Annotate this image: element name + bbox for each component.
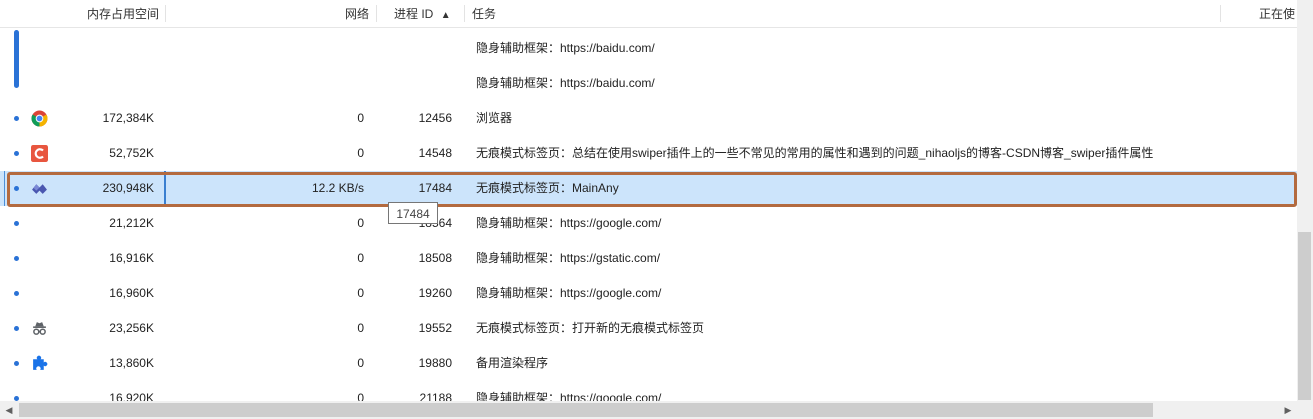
- scrollbar-corner: [1297, 401, 1313, 419]
- column-divider[interactable]: [464, 5, 465, 22]
- selection-edge: [4, 171, 5, 206]
- sort-ascending-icon: ▲: [440, 10, 451, 21]
- column-header-extra[interactable]: 正在使: [1259, 0, 1295, 27]
- process-dot-icon: [14, 221, 19, 226]
- column-divider[interactable]: [165, 5, 166, 22]
- task-cell: 隐身辅助框架：https://baidu.com/: [476, 76, 655, 90]
- network-cell: 0: [357, 321, 364, 335]
- table-row[interactable]: 13,860K 0 19880 备用渲染程序: [0, 346, 1297, 381]
- table-row[interactable]: 52,752K 0 14548 无痕模式标签页：总结在使用swiper插件上的一…: [0, 136, 1297, 171]
- memory-cell: 16,916K: [109, 251, 154, 265]
- memory-cell: 21,212K: [109, 216, 154, 230]
- task-cell: 无痕模式标签页：打开新的无痕模式标签页: [476, 321, 705, 335]
- table-row[interactable]: 23,256K 0 19552 无痕模式标签页：打开新的无痕模式标签页: [0, 311, 1297, 346]
- table-row[interactable]: 16,916K 0 18508 隐身辅助框架：https://gstatic.c…: [0, 241, 1297, 276]
- network-cell: 0: [357, 286, 364, 300]
- column-header-memory[interactable]: 内存占用空间: [87, 0, 159, 27]
- table-row-selected[interactable]: 230,948K 12.2 KB/s 17484 无痕模式标签页：MainAny: [0, 171, 1297, 206]
- pid-tooltip: 17484: [388, 202, 438, 224]
- task-cell: 无痕模式标签页：总结在使用swiper插件上的一些不常见的常用的属性和遇到的问题…: [476, 146, 1154, 160]
- pid-cell: 19552: [418, 321, 452, 335]
- pid-cell: 18508: [418, 251, 452, 265]
- network-cell: 0: [357, 216, 364, 230]
- table-row[interactable]: 隐身辅助框架：https://baidu.com/: [0, 66, 1297, 101]
- memory-cell: 13,860K: [109, 356, 154, 370]
- table-row[interactable]: 隐身辅助框架：https://baidu.com/: [0, 31, 1297, 66]
- process-dot-icon: [14, 256, 19, 261]
- network-cell: 0: [357, 356, 364, 370]
- network-cell: 12.2 KB/s: [311, 181, 364, 195]
- memory-cell: 230,948K: [102, 181, 154, 195]
- column-header-pid[interactable]: 进程 ID ▲: [394, 0, 451, 27]
- task-cell: 隐身辅助框架：https://google.com/: [476, 391, 662, 401]
- memory-cell: 16,920K: [109, 391, 154, 401]
- table-header: 内存占用空间 网络 进程 ID ▲ 任务 正在使: [0, 0, 1297, 28]
- pid-cell: 17484: [418, 181, 452, 195]
- column-divider[interactable]: [376, 5, 377, 22]
- column-header-pid-label: 进程 ID: [394, 7, 434, 21]
- focus-cell-border: [164, 171, 166, 206]
- pid-cell: 21188: [419, 391, 452, 401]
- network-cell: 0: [357, 146, 364, 160]
- process-dot-icon: [14, 361, 19, 366]
- pid-cell: 12456: [418, 111, 452, 125]
- csdn-icon: [31, 145, 48, 162]
- network-cell: 0: [357, 111, 364, 125]
- network-cell: 0: [357, 391, 364, 401]
- process-dot-icon: [14, 151, 19, 156]
- puzzle-extension-icon: [33, 355, 48, 370]
- mainany-icon: [32, 184, 47, 194]
- column-header-network[interactable]: 网络: [345, 0, 369, 27]
- horizontal-scrollbar-thumb[interactable]: [19, 403, 1153, 417]
- process-dot-icon: [14, 326, 19, 331]
- task-cell: 隐身辅助框架：https://baidu.com/: [476, 41, 655, 55]
- process-dot-icon: [14, 291, 19, 296]
- pid-cell: 19880: [418, 356, 452, 370]
- pid-cell: 19260: [418, 286, 452, 300]
- column-header-task[interactable]: 任务: [472, 0, 496, 27]
- vertical-scrollbar-thumb[interactable]: [1298, 232, 1311, 400]
- table-row[interactable]: 16,960K 0 19260 隐身辅助框架：https://google.co…: [0, 276, 1297, 311]
- scroll-left-arrow-icon[interactable]: ◀: [1, 402, 17, 418]
- network-cell: 0: [357, 251, 364, 265]
- incognito-icon: [33, 322, 46, 335]
- memory-cell: 52,752K: [109, 146, 154, 160]
- task-cell: 隐身辅助框架：https://google.com/: [476, 216, 662, 230]
- task-cell: 备用渲染程序: [476, 356, 549, 370]
- task-cell: 隐身辅助框架：https://gstatic.com/: [476, 251, 661, 265]
- memory-cell: 16,960K: [109, 286, 154, 300]
- column-divider[interactable]: [1220, 5, 1221, 22]
- table-row[interactable]: 21,212K 0 18564 隐身辅助框架：https://google.co…: [0, 206, 1297, 241]
- table-row[interactable]: 172,384K 0 12456 浏览器: [0, 101, 1297, 136]
- scroll-right-arrow-icon[interactable]: ▶: [1280, 402, 1296, 418]
- task-cell: 浏览器: [476, 111, 513, 125]
- pid-cell: 14548: [418, 146, 452, 160]
- memory-cell: 23,256K: [109, 321, 154, 335]
- process-table: 隐身辅助框架：https://baidu.com/ 隐身辅助框架：https:/…: [0, 27, 1297, 401]
- memory-cell: 172,384K: [102, 111, 154, 125]
- process-dot-icon: [14, 186, 19, 191]
- task-cell: 隐身辅助框架：https://google.com/: [476, 286, 662, 300]
- process-dot-icon: [14, 116, 19, 121]
- task-cell: 无痕模式标签页：MainAny: [476, 181, 619, 195]
- chrome-icon: [31, 110, 48, 127]
- table-row[interactable]: 16,920K 0 21188 隐身辅助框架：https://google.co…: [0, 381, 1297, 401]
